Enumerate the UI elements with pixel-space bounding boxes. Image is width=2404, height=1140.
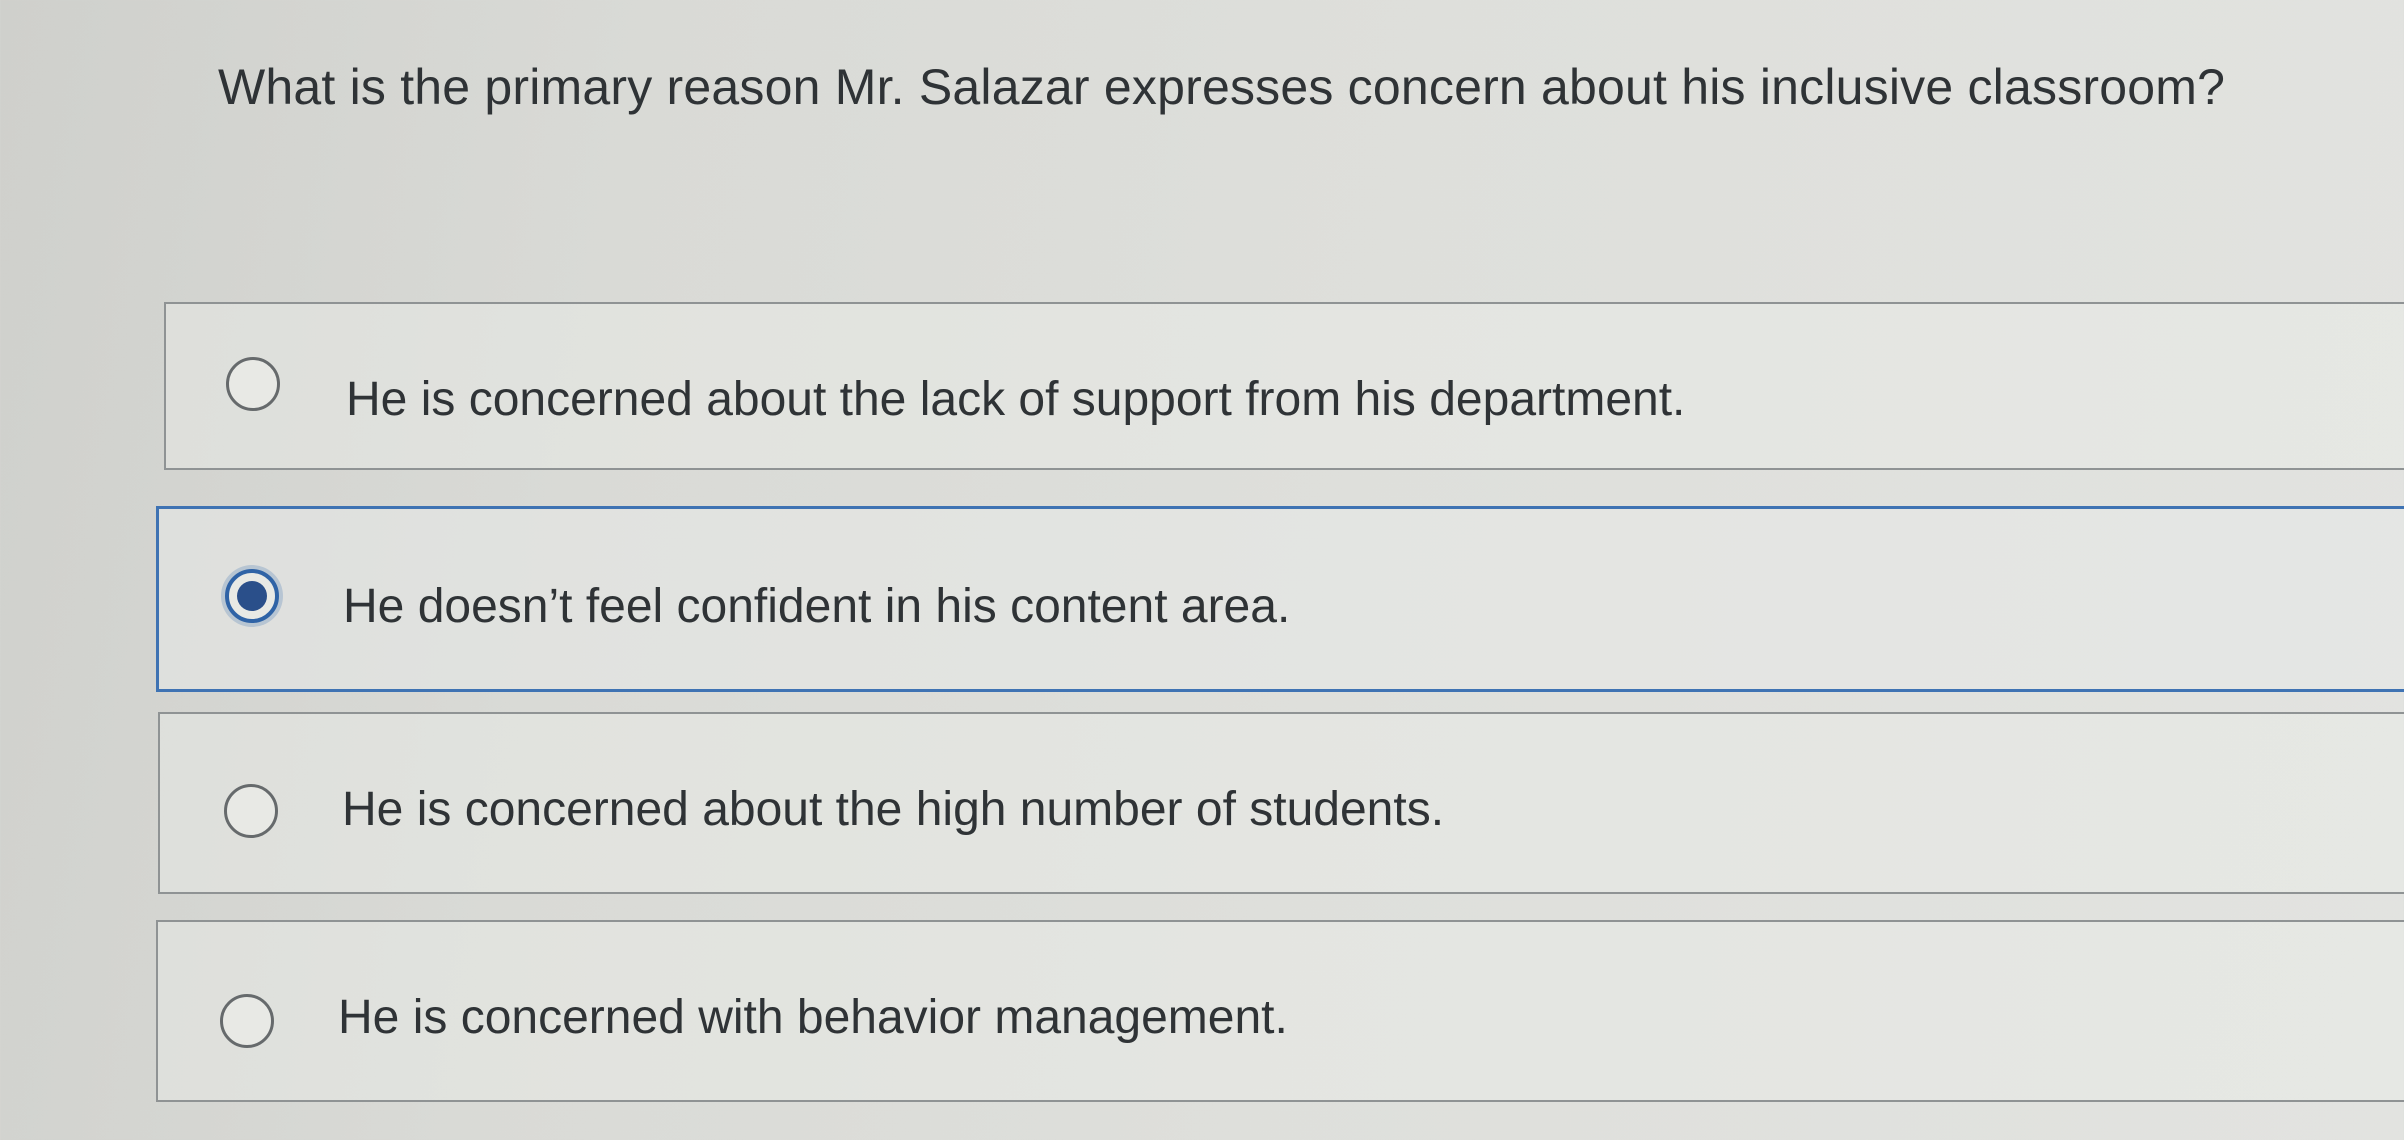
answer-option-label: He is concerned about the high number of… bbox=[342, 783, 1445, 836]
answer-option-label: He is concerned about the lack of suppor… bbox=[346, 373, 1686, 426]
radio-checked-icon[interactable] bbox=[225, 569, 279, 623]
radio-unchecked-icon[interactable] bbox=[226, 357, 280, 411]
radio-selected-dot-icon bbox=[237, 581, 267, 611]
question-text: What is the primary reason Mr. Salazar e… bbox=[218, 59, 2226, 115]
answer-option-4[interactable]: He is concerned with behavior management… bbox=[156, 920, 2404, 1102]
answer-option-label: He is concerned with behavior management… bbox=[338, 991, 1288, 1044]
radio-unchecked-icon[interactable] bbox=[220, 994, 274, 1048]
answer-option-1[interactable]: He is concerned about the lack of suppor… bbox=[164, 302, 2404, 470]
radio-unchecked-icon[interactable] bbox=[224, 784, 278, 838]
answer-option-2[interactable]: He doesn’t feel confident in his content… bbox=[156, 506, 2404, 692]
answer-option-3[interactable]: He is concerned about the high number of… bbox=[158, 712, 2404, 894]
answer-option-label: He doesn’t feel confident in his content… bbox=[343, 580, 1291, 633]
